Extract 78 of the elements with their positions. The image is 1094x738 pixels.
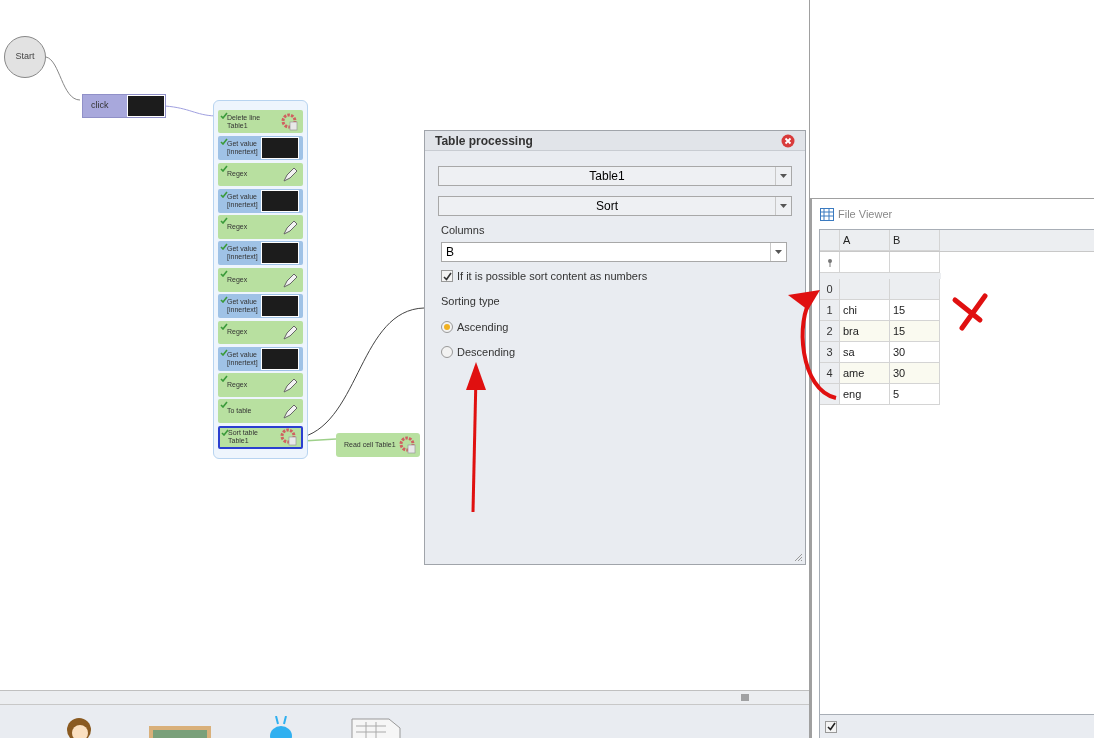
check-icon <box>221 428 229 436</box>
dialog-title: Table processing <box>435 132 533 150</box>
spreadsheet-icon[interactable] <box>351 718 401 738</box>
table-cell: ame <box>840 363 890 384</box>
check-icon <box>220 112 228 119</box>
radio-label: Descending <box>457 344 516 360</box>
caret-icon <box>775 250 782 254</box>
check-icon <box>220 164 228 172</box>
column-header[interactable]: B <box>890 230 940 251</box>
screenshot-thumbnail <box>261 137 299 160</box>
pen-icon <box>281 218 299 237</box>
radio-button[interactable] <box>441 321 453 334</box>
check-icon <box>220 270 228 277</box>
resize-grip-icon[interactable] <box>793 552 803 562</box>
screenshot-thumbnail <box>261 189 299 212</box>
table-cell: eng <box>840 384 890 405</box>
checkbox-label: If it is possible sort content as numbers <box>457 269 648 284</box>
gear-icon <box>280 428 298 447</box>
pen-icon <box>281 323 299 342</box>
person-icon[interactable] <box>64 716 94 738</box>
annotation-cross <box>952 293 988 331</box>
screenshot-thumbnail <box>261 347 299 370</box>
row-header: 1 <box>820 300 840 321</box>
column-header[interactable]: A <box>840 230 890 251</box>
screenshot-thumbnail <box>261 242 299 265</box>
check-icon <box>220 190 228 198</box>
caret-icon <box>780 174 787 178</box>
table-cell: 5 <box>890 384 940 405</box>
grip-icon[interactable] <box>741 694 749 701</box>
check-icon <box>220 401 228 409</box>
check-icon <box>220 322 228 330</box>
table-cell <box>890 279 940 300</box>
row-header: 4 <box>820 363 840 384</box>
row-header: 2 <box>820 321 840 342</box>
check-icon <box>220 243 228 251</box>
pen-icon <box>281 402 299 421</box>
pen-icon <box>281 165 299 184</box>
row-header: 0 <box>820 279 840 300</box>
close-icon[interactable] <box>781 133 795 148</box>
radio-button[interactable] <box>441 345 453 358</box>
table-cell: sa <box>840 342 890 363</box>
sorting-type-label: Sorting type <box>441 293 501 309</box>
screenshot-thumbnail <box>261 295 299 318</box>
radio-label: Ascending <box>457 320 509 335</box>
table-cell: 15 <box>890 321 940 342</box>
screenshot-thumbnail <box>127 95 165 117</box>
node-label: click <box>91 99 109 113</box>
table-cell: bra <box>840 321 890 342</box>
row-header: 3 <box>820 342 840 363</box>
gear-icon <box>281 112 299 131</box>
start-node[interactable]: Start <box>4 36 46 78</box>
connector-line <box>45 56 81 101</box>
table-cell: 30 <box>890 342 940 363</box>
checkbox[interactable] <box>825 720 837 733</box>
chalkboard-icon[interactable] <box>149 726 211 738</box>
table-cell: chi <box>840 300 890 321</box>
pin-icon[interactable] <box>826 259 833 268</box>
check-icon <box>220 296 228 304</box>
flow-node[interactable]: click <box>82 94 166 118</box>
dropdown[interactable]: Sort <box>438 196 792 216</box>
table-cell: 15 <box>890 300 940 321</box>
scrollbar[interactable] <box>0 691 809 705</box>
check-icon <box>220 138 228 146</box>
check-icon <box>220 217 228 225</box>
columns-label: Columns <box>441 223 486 238</box>
table-cell: 30 <box>890 363 940 384</box>
dropdown[interactable]: B <box>441 242 787 262</box>
checkbox[interactable] <box>441 270 453 283</box>
pen-icon <box>281 376 299 395</box>
table-cell <box>840 279 890 300</box>
check-icon <box>220 348 228 356</box>
panel-title: File Viewer <box>838 206 893 222</box>
dropdown[interactable]: Table1 <box>438 166 792 186</box>
caret-icon <box>780 204 787 208</box>
check-icon <box>220 375 228 383</box>
table-icon <box>820 207 834 221</box>
connector-line <box>164 105 216 117</box>
gear-icon <box>399 436 417 454</box>
